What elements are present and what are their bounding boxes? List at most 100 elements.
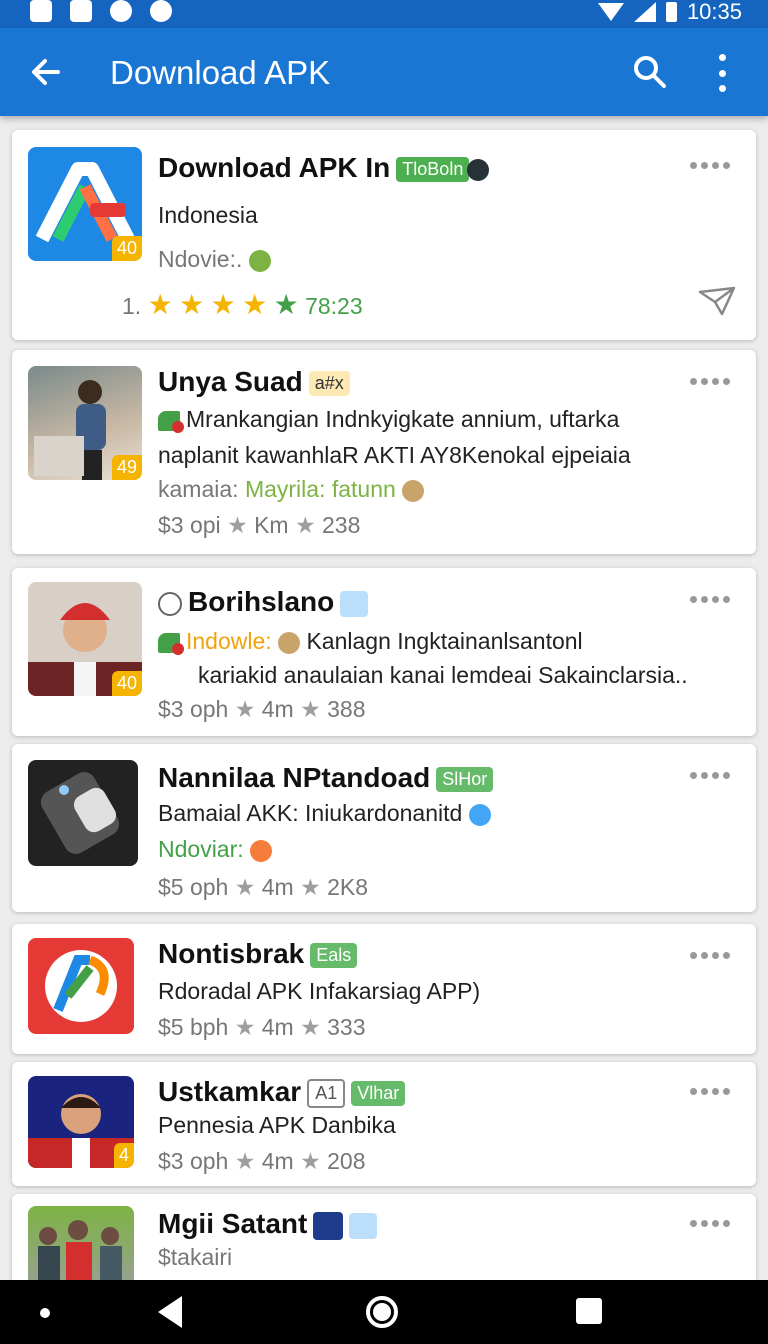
signal-icon <box>633 2 656 22</box>
app-meta: Ndovie:. <box>158 246 271 273</box>
user-badge-icon <box>340 590 369 617</box>
page-title: Download APK <box>110 54 331 91</box>
app-subtitle: Rdoradal APK Infakarsiag APP) <box>158 978 481 1004</box>
more-options-icon[interactable] <box>690 772 730 782</box>
clock: 10:35 <box>686 0 742 24</box>
app-subtitle: Indonesia <box>158 202 258 228</box>
leaf-icon <box>158 632 184 655</box>
star-icon: ★ <box>210 289 236 320</box>
assistant-dot-icon[interactable] <box>40 1308 50 1318</box>
status-icon <box>250 839 273 862</box>
star-icon: ★ <box>234 1148 256 1174</box>
app-card[interactable]: Mgii Satant $takairi <box>12 1194 756 1294</box>
app-bar: Download APK <box>0 28 768 116</box>
app-card[interactable]: 4 Ustkamkar A1 Vlhar Pennesia APK Danbika … <box>12 1062 756 1186</box>
verified-icon <box>468 803 491 826</box>
app-subtitle: Bamaial AKK: Iniukardonanitd <box>158 800 491 827</box>
star-icon: ★ <box>242 289 268 320</box>
app-notification-icon <box>110 0 132 22</box>
star-icon: ★ <box>300 696 321 722</box>
app-title: Download APK In TloBoln <box>158 152 490 184</box>
stats-row: $5 oph ★ 4m ★ 2K8 <box>158 874 369 900</box>
radio-icon[interactable] <box>158 591 182 616</box>
verified-icon <box>467 158 490 181</box>
nav-home-icon[interactable] <box>366 1296 398 1328</box>
tag-badge: TloBoln <box>396 157 470 183</box>
app-card[interactable]: Nannilaa NPtandoad SlHor Bamaial AKK: Ini… <box>12 744 756 912</box>
tag-badge: Eals <box>310 943 358 969</box>
app-description-2: naplanit kawanhlaR AKTI AY8Kenokal ejpei… <box>158 442 631 468</box>
stats-row: $5 bph ★ 4m ★ 333 <box>158 1014 366 1040</box>
star-icon: ★ <box>234 696 256 722</box>
app-card[interactable]: 49 Unya Suad a#x Mrankangian Indnkyigkate… <box>12 350 756 554</box>
app-thumbnail: 40 <box>28 582 142 696</box>
app-title: Unya Suad a#x <box>158 366 350 398</box>
notification-icon <box>30 0 52 22</box>
overflow-menu-icon[interactable] <box>710 54 734 92</box>
app-icon <box>28 938 134 1034</box>
app-title: Mgii Satant <box>158 1208 378 1240</box>
star-icon: ★ <box>234 1014 256 1040</box>
app-icon <box>28 760 138 866</box>
stats-row: $3 oph ★ 4m ★ 388 <box>158 696 366 722</box>
leaf-icon <box>158 410 184 433</box>
status-bar: 10:35 <box>0 0 768 28</box>
star-icon: ★ <box>294 512 316 538</box>
nav-back-icon[interactable] <box>158 1296 182 1328</box>
app-title: Nannilaa NPtandoad SlHor <box>158 762 494 794</box>
avatar-icon <box>402 479 425 502</box>
more-options-icon[interactable] <box>690 162 730 172</box>
tag-badge: SlHor <box>436 767 494 793</box>
app-card[interactable]: 40 Borihslano Indowle: Kanlagn Ingktaina… <box>12 568 756 736</box>
app-title: Borihslano <box>158 586 369 618</box>
stats-row: $3 opi ★ Km ★ 238 <box>158 512 361 538</box>
rating-row: 1. ★ ★ ★ ★ ★ 78:23 <box>122 289 363 320</box>
user-badge-icon <box>349 1212 378 1239</box>
star-icon: ★ <box>300 1014 321 1040</box>
app-description-2: kariakid anaulaian kanai lemdeai Sakainc… <box>198 662 688 688</box>
tag-badge: Vlhar <box>351 1081 406 1107</box>
avatar-icon <box>278 631 301 654</box>
app-thumbnail: 49 <box>28 366 142 480</box>
app-subtitle: Pennesia APK Danbika <box>158 1112 396 1138</box>
app-icon: 40 <box>28 147 142 261</box>
avatar-icon <box>313 1211 344 1240</box>
more-options-icon[interactable] <box>690 952 730 962</box>
app-card[interactable]: Nontisbrak Eals Rdoradal APK Infakarsiag … <box>12 924 756 1054</box>
nav-recents-icon[interactable] <box>576 1298 602 1324</box>
wifi-icon <box>597 3 624 21</box>
calendar-icon <box>70 0 92 22</box>
tag-badge: a#x <box>308 371 350 397</box>
rating-value: 78:23 <box>305 293 363 319</box>
app-logo-icon <box>45 950 117 1022</box>
star-icon: ★ <box>234 874 256 900</box>
more-options-icon[interactable] <box>690 378 730 388</box>
app-card[interactable]: 40 Download APK In TloBoln Indonesia Ndov… <box>12 130 756 340</box>
status-icon <box>248 249 271 272</box>
battery-icon <box>665 2 677 22</box>
app-thumbnail: 4 <box>28 1076 134 1168</box>
app-meta: kamaia: Mayrila: fatunn <box>158 476 425 503</box>
star-icon: ★ <box>179 289 205 320</box>
back-arrow-icon[interactable] <box>26 52 66 92</box>
star-icon: ★ <box>300 874 321 900</box>
app-subtitle: $takairi <box>158 1244 233 1270</box>
more-options-icon[interactable] <box>690 596 730 606</box>
phone-icon <box>40 772 120 854</box>
send-icon[interactable] <box>698 286 736 316</box>
star-icon: ★ <box>147 289 173 320</box>
app-description: Mrankangian Indnkyigkate annium, uftarka <box>158 406 619 433</box>
star-icon: ★ <box>273 289 299 320</box>
app-title: Ustkamkar A1 Vlhar <box>158 1076 406 1109</box>
age-rating-badge: A1 <box>307 1079 346 1109</box>
stats-row: $3 oph ★ 4m ★ 208 <box>158 1148 366 1174</box>
rank-badge: 4 <box>113 1143 134 1168</box>
more-options-icon[interactable] <box>690 1088 730 1098</box>
rank-badge: 40 <box>111 236 142 261</box>
rank-badge: 49 <box>111 455 142 480</box>
more-options-icon[interactable] <box>690 1220 730 1230</box>
star-icon: ★ <box>227 512 248 538</box>
sync-icon <box>150 0 172 22</box>
app-meta: Ndoviar: <box>158 836 273 863</box>
search-icon[interactable] <box>630 52 670 92</box>
